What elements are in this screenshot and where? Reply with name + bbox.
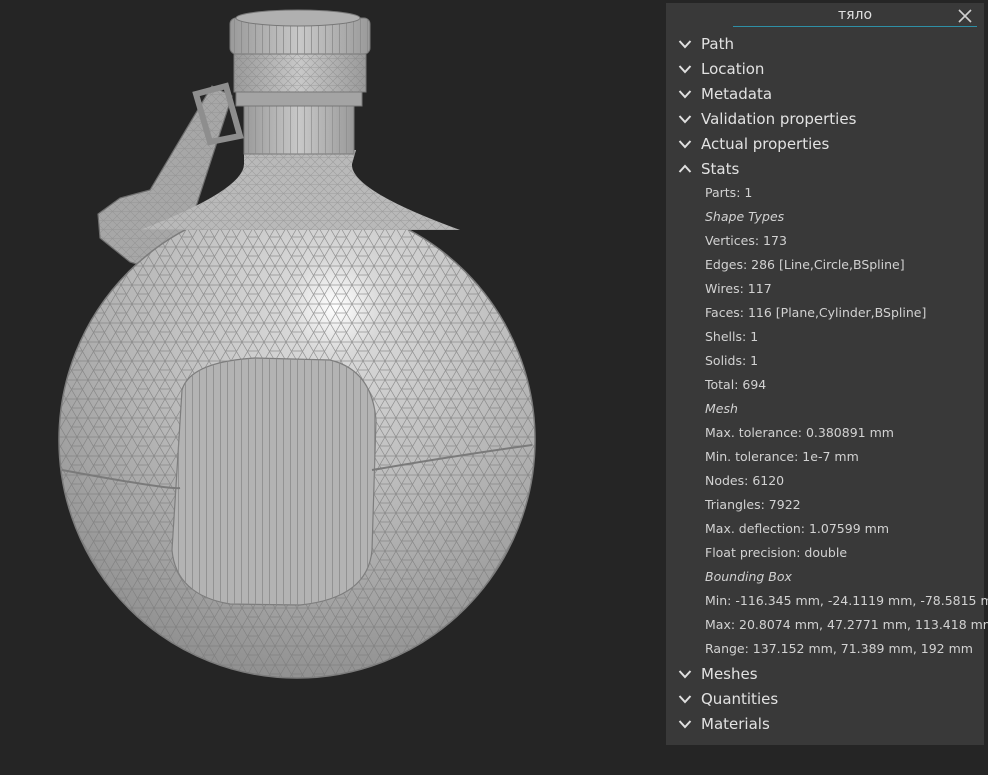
chevron-down-icon xyxy=(678,719,692,728)
section-label: Stats xyxy=(701,159,740,178)
stats-row: Wires: 117 xyxy=(705,281,772,296)
section-validation-properties[interactable]: Validation properties xyxy=(666,106,984,131)
section-quantities[interactable]: Quantities xyxy=(666,686,984,711)
section-label: Location xyxy=(701,59,765,78)
section-meshes[interactable]: Meshes xyxy=(666,661,984,686)
mesh-model-render xyxy=(58,9,536,679)
section-label: Validation properties xyxy=(701,109,857,128)
chevron-down-icon xyxy=(678,39,692,48)
stats-subheading: Shape Types xyxy=(705,209,785,224)
chevron-down-icon xyxy=(678,114,692,123)
section-label: Metadata xyxy=(701,84,773,103)
stats-row: Shells: 1 xyxy=(705,329,759,344)
section-materials[interactable]: Materials xyxy=(666,711,984,736)
stats-subheading: Bounding Box xyxy=(705,569,792,584)
stats-row: Faces: 116 [Plane,Cylinder,BSpline] xyxy=(705,305,927,320)
stats-row: Range: 137.152 mm, 71.389 mm, 192 mm xyxy=(705,641,973,656)
stats-row: Total: 694 xyxy=(705,377,767,392)
chevron-down-icon xyxy=(678,64,692,73)
section-metadata[interactable]: Metadata xyxy=(666,81,984,106)
section-label: Quantities xyxy=(701,689,779,708)
stats-row: Max. tolerance: 0.380891 mm xyxy=(705,425,894,440)
section-location[interactable]: Location xyxy=(666,56,984,81)
stats-row: Parts: 1 xyxy=(705,185,753,200)
stats-row: Float precision: double xyxy=(705,545,848,560)
chevron-down-icon xyxy=(678,669,692,678)
panel-header: тяло xyxy=(666,3,984,31)
chevron-up-icon xyxy=(678,164,692,173)
section-label: Materials xyxy=(701,714,770,733)
section-path[interactable]: Path xyxy=(666,31,984,56)
stats-row: Edges: 286 [Line,Circle,BSpline] xyxy=(705,257,905,272)
stats-row: Vertices: 173 xyxy=(705,233,787,248)
section-stats[interactable]: Stats xyxy=(666,156,984,181)
stats-row: Min: -116.345 mm, -24.1119 mm, -78.5815 … xyxy=(705,593,988,608)
chevron-down-icon xyxy=(678,694,692,703)
3d-viewport[interactable] xyxy=(0,0,660,775)
chevron-down-icon xyxy=(678,139,692,148)
stats-subheading: Mesh xyxy=(705,401,738,416)
section-label: Meshes xyxy=(701,664,758,683)
stats-row: Solids: 1 xyxy=(705,353,759,368)
stats-row: Max. deflection: 1.07599 mm xyxy=(705,521,889,536)
section-label: Path xyxy=(701,34,734,53)
close-icon[interactable] xyxy=(956,7,974,25)
stats-row: Nodes: 6120 xyxy=(705,473,785,488)
chevron-down-icon xyxy=(678,89,692,98)
properties-panel: тяло Path Location Metadata Validation prop… xyxy=(666,3,988,745)
panel-title: тяло xyxy=(733,7,977,27)
stats-row: Triangles: 7922 xyxy=(705,497,801,512)
stats-row: Max: 20.8074 mm, 47.2771 mm, 113.418 mm xyxy=(705,617,988,632)
stats-row: Min. tolerance: 1e-7 mm xyxy=(705,449,859,464)
stats-list: Parts: 1 Shape Types Vertices: 173 Edges: 2… xyxy=(666,181,988,661)
section-label: Actual properties xyxy=(701,134,830,153)
section-actual-properties[interactable]: Actual properties xyxy=(666,131,984,156)
